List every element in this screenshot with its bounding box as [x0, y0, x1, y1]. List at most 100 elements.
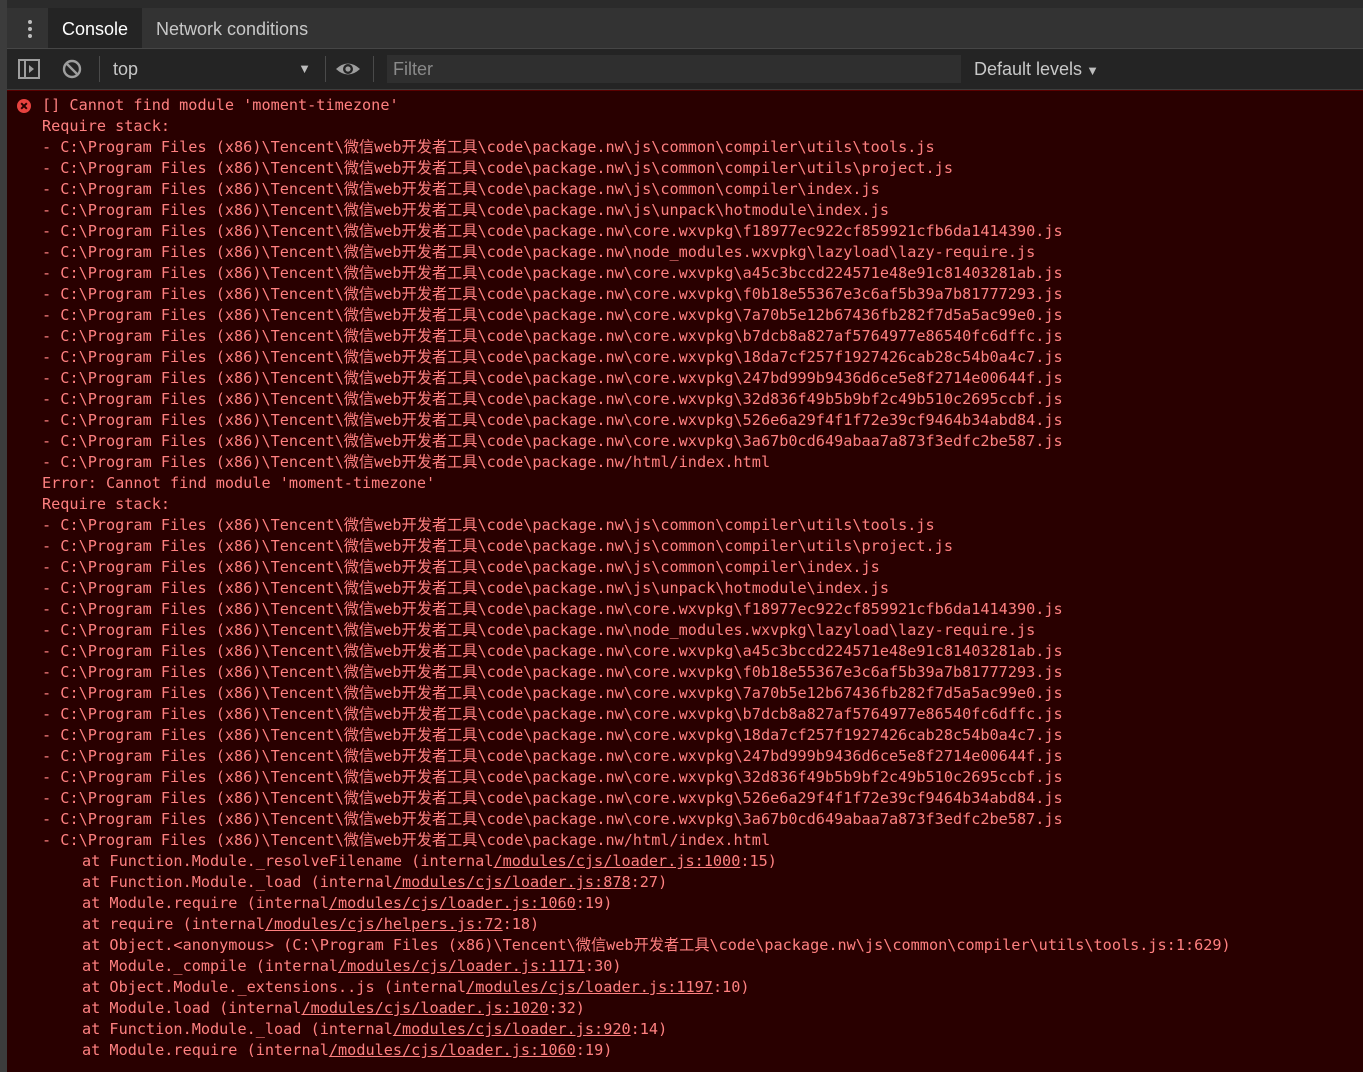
stack-path: C:\Program Files (x86)\Tencent\微信web开发者工… — [60, 789, 1063, 807]
source-link[interactable]: /modules/cjs/loader.js:1060 — [329, 894, 576, 912]
stack-path: C:\Program Files (x86)\Tencent\微信web开发者工… — [60, 222, 1063, 240]
toolbar-divider — [99, 56, 100, 82]
stack-path: C:\Program Files (x86)\Tencent\微信web开发者工… — [60, 558, 880, 576]
stack-frame-line: at Module.require (internal/modules/cjs/… — [82, 894, 613, 912]
stack-path-line: - C:\Program Files (x86)\Tencent\微信web开发… — [42, 222, 1063, 240]
stack-path: C:\Program Files (x86)\Tencent\微信web开发者工… — [60, 600, 1063, 618]
stack-frame-line: at Function.Module._load (internal/modul… — [82, 1020, 668, 1038]
tab-console[interactable]: Console — [48, 8, 143, 48]
context-selector[interactable]: top ▼ — [107, 54, 319, 84]
stack-path-line: - C:\Program Files (x86)\Tencent\微信web开发… — [42, 264, 1063, 282]
stack-path-line: - C:\Program Files (x86)\Tencent\微信web开发… — [42, 705, 1063, 723]
stack-path-line: - C:\Program Files (x86)\Tencent\微信web开发… — [42, 453, 771, 471]
error-log-text: [] Cannot find module 'moment-timezone' R… — [42, 95, 1355, 1061]
devtools-panel: Console Network conditions top ▼ Default… — [0, 0, 1363, 1072]
log-line: Error: Cannot find module 'moment-timezo… — [42, 474, 436, 492]
drawer-tab-bar: Console Network conditions — [7, 8, 1363, 49]
console-error-message: [] Cannot find module 'moment-timezone' R… — [7, 90, 1363, 1072]
stack-path-line: - C:\Program Files (x86)\Tencent\微信web开发… — [42, 642, 1063, 660]
stack-path-line: - C:\Program Files (x86)\Tencent\微信web开发… — [42, 810, 1063, 828]
sidebar-toggle-icon[interactable] — [17, 58, 43, 80]
stack-path-line: - C:\Program Files (x86)\Tencent\微信web开发… — [42, 138, 935, 156]
stack-path: C:\Program Files (x86)\Tencent\微信web开发者工… — [60, 621, 1036, 639]
stack-path: C:\Program Files (x86)\Tencent\微信web开发者工… — [60, 831, 771, 849]
stack-frame-line: at Function.Module._load (internal/modul… — [82, 873, 668, 891]
stack-path: C:\Program Files (x86)\Tencent\微信web开发者工… — [60, 537, 953, 555]
stack-path-line: - C:\Program Files (x86)\Tencent\微信web开发… — [42, 285, 1063, 303]
stack-path-line: - C:\Program Files (x86)\Tencent\微信web开发… — [42, 684, 1063, 702]
stack-frame-line: at Module.require (internal/modules/cjs/… — [82, 1041, 613, 1059]
stack-path-line: - C:\Program Files (x86)\Tencent\微信web开发… — [42, 180, 880, 198]
stack-path: C:\Program Files (x86)\Tencent\微信web开发者工… — [60, 453, 771, 471]
filter-input[interactable] — [387, 55, 961, 83]
stack-path-line: - C:\Program Files (x86)\Tencent\微信web开发… — [42, 201, 889, 219]
stack-path: C:\Program Files (x86)\Tencent\微信web开发者工… — [60, 180, 880, 198]
source-link[interactable]: /modules/cjs/loader.js:1060 — [329, 1041, 576, 1059]
stack-path: C:\Program Files (x86)\Tencent\微信web开发者工… — [60, 663, 1063, 681]
stack-frame-line: at Object.Module._extensions..js (intern… — [82, 978, 750, 996]
stack-path-line: - C:\Program Files (x86)\Tencent\微信web开发… — [42, 747, 1063, 765]
stack-path-line: - C:\Program Files (x86)\Tencent\微信web开发… — [42, 348, 1063, 366]
stack-path-line: - C:\Program Files (x86)\Tencent\微信web开发… — [42, 159, 953, 177]
more-options-icon[interactable] — [19, 17, 41, 41]
stack-path-line: - C:\Program Files (x86)\Tencent\微信web开发… — [42, 621, 1036, 639]
stack-path: C:\Program Files (x86)\Tencent\微信web开发者工… — [60, 159, 953, 177]
stack-path-line: - C:\Program Files (x86)\Tencent\微信web开发… — [42, 369, 1063, 387]
stack-path: C:\Program Files (x86)\Tencent\微信web开发者工… — [60, 327, 1063, 345]
source-link[interactable]: /modules/cjs/loader.js:1020 — [301, 999, 548, 1017]
stack-path: C:\Program Files (x86)\Tencent\微信web开发者工… — [60, 684, 1063, 702]
context-value: top — [113, 59, 139, 79]
stack-path: C:\Program Files (x86)\Tencent\微信web开发者工… — [60, 726, 1063, 744]
log-levels-dropdown[interactable]: Default levels ▼ — [974, 54, 1099, 84]
log-levels-label: Default levels — [974, 59, 1083, 79]
stack-path: C:\Program Files (x86)\Tencent\微信web开发者工… — [60, 264, 1063, 282]
stack-path: C:\Program Files (x86)\Tencent\微信web开发者工… — [60, 642, 1063, 660]
source-link[interactable]: /modules/cjs/loader.js:1000 — [493, 852, 740, 870]
clear-console-icon[interactable] — [61, 58, 87, 80]
stack-path: C:\Program Files (x86)\Tencent\微信web开发者工… — [60, 285, 1063, 303]
stack-path: C:\Program Files (x86)\Tencent\微信web开发者工… — [60, 516, 935, 534]
stack-path: C:\Program Files (x86)\Tencent\微信web开发者工… — [60, 369, 1063, 387]
stack-path: C:\Program Files (x86)\Tencent\微信web开发者工… — [60, 747, 1063, 765]
eye-icon[interactable] — [334, 58, 362, 80]
stack-frame-line: at Function.Module._resolveFilename (int… — [82, 852, 777, 870]
stack-path-line: - C:\Program Files (x86)\Tencent\微信web开发… — [42, 789, 1063, 807]
source-link[interactable]: /modules/cjs/loader.js:920 — [393, 1020, 631, 1038]
toolbar-divider — [373, 56, 374, 82]
stack-path-line: - C:\Program Files (x86)\Tencent\微信web开发… — [42, 516, 935, 534]
tab-network-conditions[interactable]: Network conditions — [142, 8, 322, 48]
stack-path-line: - C:\Program Files (x86)\Tencent\微信web开发… — [42, 558, 880, 576]
stack-path: C:\Program Files (x86)\Tencent\微信web开发者工… — [60, 411, 1063, 429]
console-toolbar: top ▼ Default levels▼ — [7, 49, 1363, 90]
source-link[interactable]: /modules/cjs/loader.js:1171 — [338, 957, 585, 975]
error-icon — [17, 99, 31, 113]
top-edge-strip — [7, 0, 1363, 8]
stack-frame-line: at require (internal/modules/cjs/helpers… — [82, 915, 540, 933]
left-edge-strip — [0, 0, 7, 1072]
stack-path: C:\Program Files (x86)\Tencent\微信web开发者工… — [60, 768, 1063, 786]
stack-path: C:\Program Files (x86)\Tencent\微信web开发者工… — [60, 705, 1063, 723]
stack-path: C:\Program Files (x86)\Tencent\微信web开发者工… — [60, 243, 1036, 261]
stack-path: C:\Program Files (x86)\Tencent\微信web开发者工… — [60, 390, 1063, 408]
source-link[interactable]: /modules/cjs/loader.js:1197 — [466, 978, 713, 996]
source-link[interactable]: /modules/cjs/loader.js:878 — [393, 873, 631, 891]
stack-path: C:\Program Files (x86)\Tencent\微信web开发者工… — [60, 138, 935, 156]
log-line: Require stack: — [42, 117, 171, 135]
stack-path-line: - C:\Program Files (x86)\Tencent\微信web开发… — [42, 411, 1063, 429]
toolbar-divider — [325, 56, 326, 82]
stack-path-line: - C:\Program Files (x86)\Tencent\微信web开发… — [42, 390, 1063, 408]
stack-frame-line: at Object.<anonymous> (C:\Program Files … — [82, 936, 1231, 954]
stack-path-line: - C:\Program Files (x86)\Tencent\微信web开发… — [42, 537, 953, 555]
stack-path-line: - C:\Program Files (x86)\Tencent\微信web开发… — [42, 579, 889, 597]
stack-frame-line: at Module._compile (internal/modules/cjs… — [82, 957, 622, 975]
stack-path-line: - C:\Program Files (x86)\Tencent\微信web开发… — [42, 600, 1063, 618]
stack-path-line: - C:\Program Files (x86)\Tencent\微信web开发… — [42, 768, 1063, 786]
stack-path: C:\Program Files (x86)\Tencent\微信web开发者工… — [60, 432, 1063, 450]
stack-path: C:\Program Files (x86)\Tencent\微信web开发者工… — [60, 579, 889, 597]
chevron-down-icon: ▼ — [298, 61, 311, 76]
source-link[interactable]: /modules/cjs/helpers.js:72 — [265, 915, 503, 933]
stack-path-line: - C:\Program Files (x86)\Tencent\微信web开发… — [42, 663, 1063, 681]
stack-path-line: - C:\Program Files (x86)\Tencent\微信web开发… — [42, 432, 1063, 450]
log-line: Require stack: — [42, 495, 171, 513]
stack-path: C:\Program Files (x86)\Tencent\微信web开发者工… — [60, 348, 1063, 366]
